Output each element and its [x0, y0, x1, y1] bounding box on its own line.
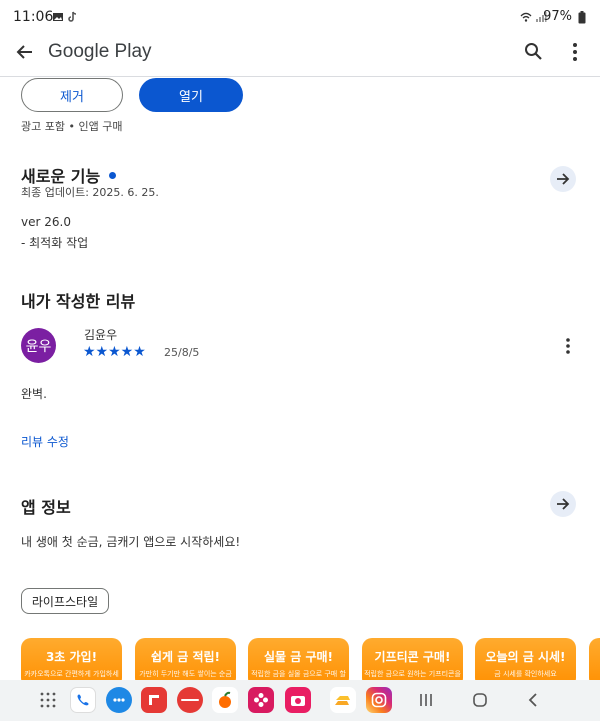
phone-app-icon[interactable]: [70, 687, 96, 713]
status-time: 11:06: [13, 9, 54, 25]
my-review-title: 내가 작성한 리뷰: [21, 292, 136, 311]
gallery-icon: [53, 13, 63, 21]
open-button[interactable]: 열기: [139, 78, 243, 112]
avatar: 윤우: [21, 328, 56, 363]
flower-app-icon[interactable]: [248, 687, 274, 713]
coupang-app-icon[interactable]: [177, 687, 203, 713]
update-note: - 최적화 작업: [21, 236, 89, 250]
review-more-icon[interactable]: [562, 337, 574, 355]
remove-button[interactable]: 제거: [21, 78, 123, 112]
wifi-icon: [520, 12, 532, 22]
app-bar-title: Google Play: [48, 41, 152, 62]
tiktok-icon: [68, 11, 77, 22]
whats-new-arrow-button[interactable]: [550, 166, 576, 192]
new-indicator-dot: [109, 171, 117, 179]
review-text: 완벽.: [21, 387, 47, 401]
screenshot-subtitle: 가만히 두기만 해도 쌓이는 순금: [139, 670, 232, 678]
screenshot-subtitle: 금 시세를 확인하세요: [494, 670, 557, 678]
ads-notice: 광고 포함 • 인앱 구매: [21, 120, 123, 133]
app-description: 내 생애 첫 순금, 금캐기 앱으로 시작하세요!: [21, 535, 241, 549]
rating-stars: ★★★★★: [83, 344, 146, 360]
app-bar: Google Play: [0, 34, 600, 77]
instagram-app-icon[interactable]: [366, 687, 392, 713]
reviewer-name: 김윤우: [84, 328, 118, 342]
edit-review-link[interactable]: 리뷰 수정: [21, 433, 69, 450]
last-updated: 최종 업데이트: 2025. 6. 25.: [21, 186, 159, 199]
status-bar: 11:06 97%: [0, 0, 600, 34]
nav-back-icon[interactable]: [526, 692, 540, 708]
more-options-icon[interactable]: [568, 42, 582, 62]
category-chip[interactable]: 라이프스타일: [21, 588, 109, 614]
screenshot-title: 기프티콘 구매!: [374, 650, 451, 664]
screenshot-title: 3초 가입!: [45, 650, 98, 664]
home-icon[interactable]: [472, 692, 488, 708]
orange-app-icon[interactable]: [212, 687, 238, 713]
screenshot-title: 오늘의 금 시세!: [485, 650, 566, 664]
battery-level: 97%: [543, 9, 572, 24]
camera-app-icon[interactable]: [285, 687, 311, 713]
search-icon[interactable]: [524, 42, 543, 61]
screenshot-title: 실물 금 구매!: [263, 650, 334, 664]
app-info-arrow-button[interactable]: [550, 491, 576, 517]
back-arrow-icon[interactable]: [16, 43, 34, 61]
flipboard-app-icon[interactable]: [141, 687, 167, 713]
screenshot-title: 쉽게 금 적립!: [150, 650, 221, 664]
gold-bar-app-icon[interactable]: [330, 687, 356, 713]
battery-icon: [578, 11, 586, 24]
arrow-right-icon: [557, 498, 570, 510]
arrow-right-icon: [557, 173, 570, 185]
review-date: 25/8/5: [164, 346, 200, 359]
app-info-title: 앱 정보: [21, 498, 71, 517]
version-text: ver 26.0: [21, 215, 71, 229]
app-drawer-icon[interactable]: [40, 692, 56, 708]
messages-app-icon[interactable]: [106, 687, 132, 713]
recent-apps-icon[interactable]: [418, 692, 434, 708]
